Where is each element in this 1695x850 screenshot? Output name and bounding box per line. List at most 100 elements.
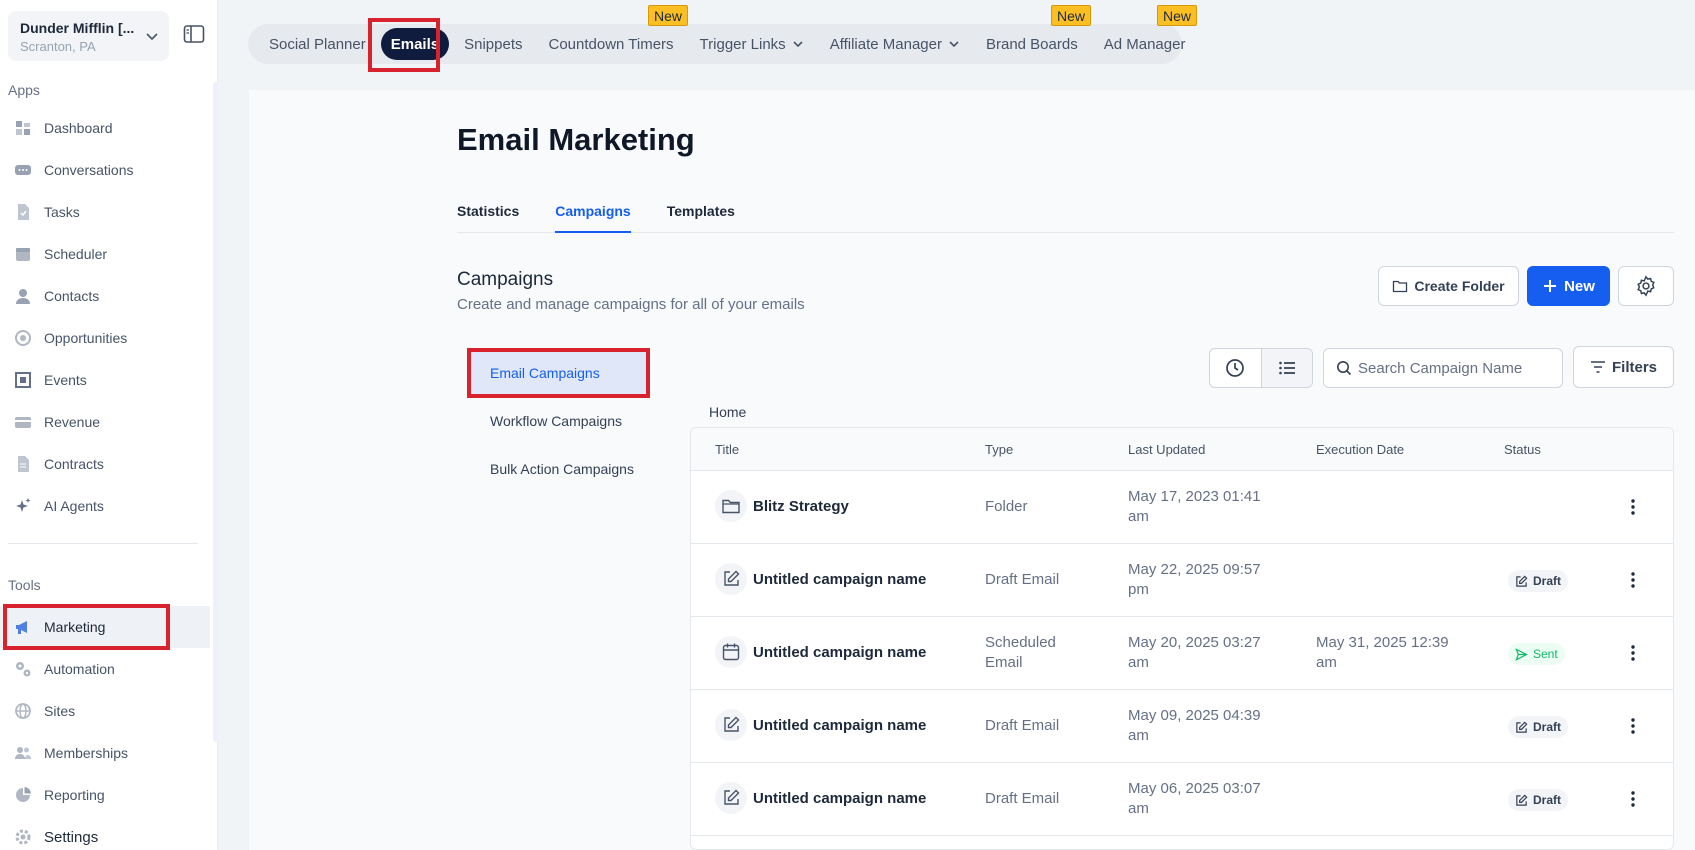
col-execution-date[interactable]: Execution Date [1316,442,1404,457]
table-row[interactable]: Blitz Strategy Folder May 17, 2023 01:41… [691,471,1673,544]
row-title[interactable]: Blitz Strategy [715,490,849,522]
sidebar-item-label: Reporting [44,787,105,803]
chevron-down-icon [793,41,803,48]
settings-button[interactable] [1618,266,1674,306]
status-badge: Draft [1508,789,1569,811]
button-label: Create Folder [1414,278,1505,294]
row-menu-button[interactable] [1623,789,1643,809]
tab-trigger-links[interactable]: Trigger Links [687,28,817,60]
sidebar-scrollbar[interactable] [213,82,218,742]
sidebar-item-events[interactable]: Events [0,359,210,401]
button-label: New [1564,277,1595,295]
table-row[interactable]: Untitled campaign name Draft Email May 0… [691,763,1673,836]
tab-snippets[interactable]: Snippets [451,28,535,60]
row-menu-button[interactable] [1623,570,1643,590]
sidebar-item-reporting[interactable]: Reporting [0,774,210,816]
sidebar-toggle-icon[interactable] [183,24,205,44]
sidebar-item-contracts[interactable]: Contracts [0,443,210,485]
sidebar-item-label: Events [44,372,87,388]
send-icon [1515,647,1528,661]
sidebar-item-settings[interactable]: Settings [0,816,210,850]
row-menu-button[interactable] [1623,643,1643,663]
status-label: Draft [1533,793,1562,807]
tab-affiliate-manager[interactable]: Affiliate Manager [817,28,973,60]
sidebar-item-automation[interactable]: Automation [0,648,210,690]
row-last-updated: May 09, 2025 04:39 am [1128,706,1261,746]
list-view-button[interactable] [1260,349,1312,387]
sidebar-item-conversations[interactable]: Conversations [0,149,210,191]
tab-statistics[interactable]: Statistics [457,203,519,233]
sidebar-item-dashboard[interactable]: Dashboard [0,107,210,149]
row-title[interactable]: Untitled campaign name [715,709,926,741]
menu-email-campaigns[interactable]: Email Campaigns [470,351,648,395]
edit-icon [1516,575,1528,587]
col-type[interactable]: Type [985,442,1013,457]
clock-icon [1226,359,1245,377]
sidebar-item-memberships[interactable]: Memberships [0,732,210,774]
create-folder-button[interactable]: Create Folder [1378,266,1519,306]
status-label: Draft [1533,720,1562,734]
table-row[interactable]: Untitled campaign name Draft Email May 0… [691,690,1673,763]
sidebar-item-label: Marketing [44,619,106,635]
sidebar-item-opportunities[interactable]: Opportunities [0,317,210,359]
sidebar-item-scheduler[interactable]: Scheduler [0,233,210,275]
row-execution-date-line: am [1316,654,1337,671]
new-badge: New [648,5,689,26]
sidebar-item-marketing[interactable]: Marketing [0,606,210,648]
row-title[interactable]: Untitled campaign name [715,782,926,814]
sidebar-item-sites[interactable]: Sites [0,690,210,732]
edit-icon [715,709,747,741]
filters-button[interactable]: Filters [1573,346,1674,388]
row-menu-button[interactable] [1623,497,1643,517]
account-switcher[interactable]: Dunder Mifflin [... Scranton, PA [8,11,169,61]
new-badge: New [1051,5,1092,26]
col-last-updated[interactable]: Last Updated [1128,442,1205,457]
pie-icon [14,786,32,804]
gear-icon [14,828,32,846]
tab-countdown-timers[interactable]: Countdown Timers [535,28,686,60]
sidebar-item-contacts[interactable]: Contacts [0,275,210,317]
folder-icon [715,490,747,522]
sidebar-item-label: Conversations [44,162,134,178]
row-title[interactable]: Untitled campaign name [715,563,926,595]
tab-campaigns[interactable]: Campaigns [555,203,631,233]
tab-emails[interactable]: Emails [380,28,450,60]
tab-label: Emails [390,35,440,53]
sidebar-item-revenue[interactable]: Revenue [0,401,210,443]
menu-workflow-campaigns[interactable]: Workflow Campaigns [470,399,648,443]
col-status[interactable]: Status [1504,442,1541,457]
menu-bulk-action-campaigns[interactable]: Bulk Action Campaigns [470,447,648,491]
search-input[interactable] [1358,359,1558,377]
col-title[interactable]: Title [715,442,739,457]
table-row[interactable]: Untitled campaign name Draft Email May 2… [691,544,1673,617]
sidebar-item-ai-agents[interactable]: AI Agents [0,485,210,527]
row-last-updated-line: May 06, 2025 03:07 [1128,780,1261,797]
sidebar-item-label: Contracts [44,456,104,472]
row-title[interactable]: Untitled campaign name [715,636,926,668]
sidebar-item-label: Automation [44,661,115,677]
tab-label: Snippets [464,35,523,53]
recent-view-button[interactable] [1210,349,1261,387]
row-last-updated: May 22, 2025 09:57 pm [1128,560,1261,600]
row-last-updated-line: May 09, 2025 04:39 [1128,707,1261,724]
tab-ad-manager[interactable]: Ad Manager [1091,28,1199,60]
edit-icon [715,563,747,595]
sidebar-item-label: Settings [44,828,99,846]
tab-label: Social Planner [269,35,366,53]
breadcrumb[interactable]: Home [709,404,746,420]
row-title-text: Untitled campaign name [753,716,927,734]
megaphone-icon [14,618,32,636]
table-row[interactable]: Untitled campaign name Scheduled Email Ma… [691,617,1673,690]
row-execution-date-line: May 31, 2025 12:39 [1316,634,1449,651]
sidebar-item-tasks[interactable]: Tasks [0,191,210,233]
row-type: Scheduled Email [985,633,1056,673]
tab-templates[interactable]: Templates [667,203,735,233]
sidebar-item-label: AI Agents [44,498,104,514]
new-button[interactable]: New [1527,266,1610,306]
tab-social-planner[interactable]: Social Planner [256,28,379,60]
row-menu-button[interactable] [1623,716,1643,736]
row-title-text: Untitled campaign name [753,570,927,588]
status-badge: Draft [1508,716,1569,738]
edit-icon [1516,721,1528,733]
tab-brand-boards[interactable]: Brand Boards [973,28,1091,60]
